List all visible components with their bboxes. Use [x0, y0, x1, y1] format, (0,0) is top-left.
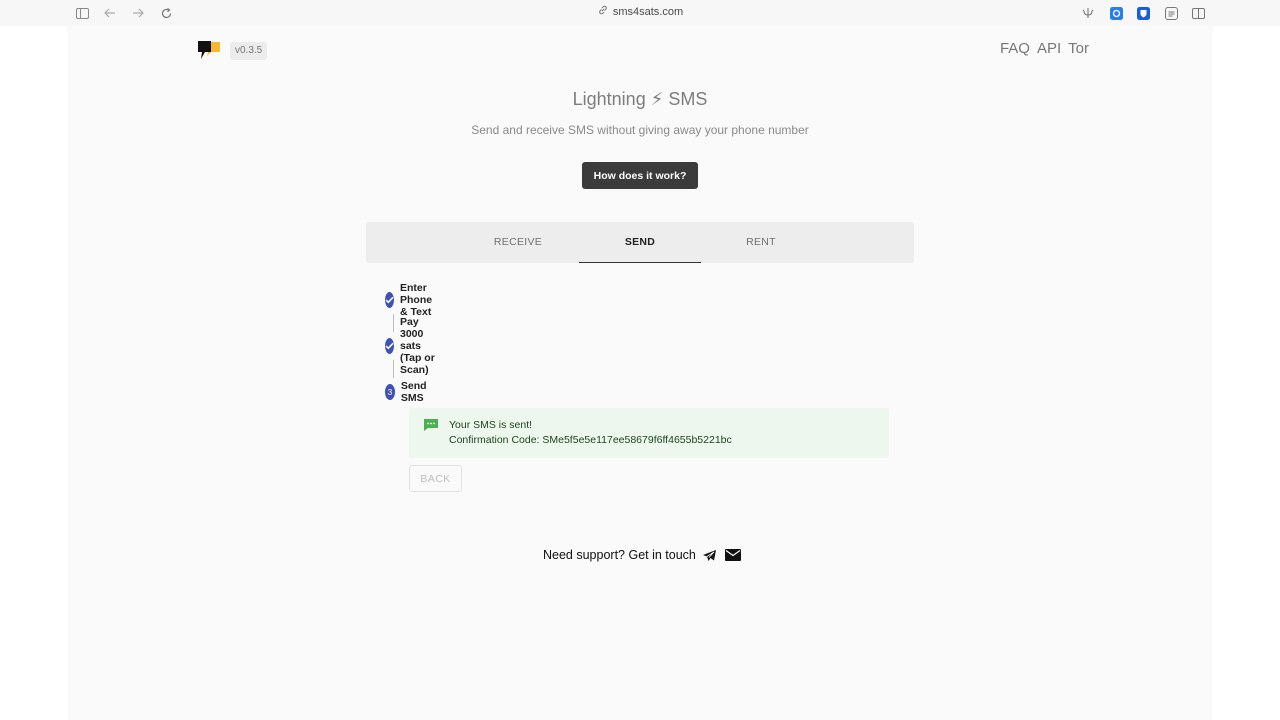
step-connector [393, 314, 394, 332]
back-button[interactable]: BACK [409, 465, 462, 492]
tab-rent[interactable]: RENT [700, 222, 822, 263]
back-arrow-icon[interactable] [101, 4, 119, 22]
how-does-it-work-button[interactable]: How does it work? [582, 162, 698, 189]
split-view-icon[interactable] [1189, 4, 1207, 22]
step-label: Enter Phone & Text [400, 282, 433, 318]
shield-extension-icon[interactable] [1107, 4, 1125, 22]
url-text: sms4sats.com [612, 6, 684, 18]
step-connector [393, 360, 394, 378]
page-subtitle: Send and receive SMS without giving away… [471, 123, 809, 137]
confirmation-code: Confirmation Code: SMe5f5e5e117ee58679f6… [449, 434, 732, 446]
nav-faq-link[interactable]: FAQ [1000, 40, 1030, 57]
sms4sats-logo-icon[interactable] [197, 40, 221, 62]
page-content: v0.3.5 FAQ API Tor Lightning ⚡ SMS Send … [67, 26, 1213, 720]
page-title: Lightning ⚡ SMS [572, 89, 708, 109]
email-icon[interactable] [724, 549, 741, 561]
support-text: Need support? Get in touch [543, 548, 696, 562]
check-icon [385, 338, 394, 354]
reader-icon[interactable] [1162, 4, 1180, 22]
bitwarden-icon[interactable] [1134, 4, 1152, 22]
version-badge: v0.3.5 [230, 42, 268, 60]
step-label: Send SMS [400, 380, 427, 404]
mode-tabs: RECEIVE SEND RENT [366, 222, 914, 263]
top-nav: FAQ API Tor [1000, 40, 1089, 57]
sidebar-toggle-icon[interactable] [73, 4, 91, 22]
browser-toolbar: sms4sats.com [0, 0, 1280, 26]
extension-icon[interactable] [1079, 4, 1097, 22]
reload-icon[interactable] [157, 4, 175, 22]
telegram-icon[interactable] [702, 549, 717, 562]
alert-title: Your SMS is sent! [449, 419, 533, 431]
forward-arrow-icon[interactable] [129, 4, 147, 22]
step-label: Pay 3000 sats (Tap or Scan) [400, 316, 435, 376]
tab-send[interactable]: SEND [579, 222, 701, 263]
message-icon [423, 418, 439, 432]
check-icon [385, 292, 394, 308]
success-alert: Your SMS is sent! Confirmation Code: SMe… [409, 408, 889, 458]
support-line: Need support? Get in touch [543, 548, 741, 562]
step-pay: Pay 3000 sats (Tap or Scan) [385, 316, 436, 376]
step-enter-phone: Enter Phone & Text [385, 282, 439, 318]
nav-api-link[interactable]: API [1037, 40, 1061, 57]
nav-tor-link[interactable]: Tor [1068, 40, 1089, 57]
address-bar[interactable]: sms4sats.com [560, 5, 720, 18]
tab-receive[interactable]: RECEIVE [457, 222, 579, 263]
step-number: 3 [385, 384, 395, 400]
link-icon [597, 5, 609, 18]
step-send-sms: 3 Send SMS [385, 380, 433, 404]
